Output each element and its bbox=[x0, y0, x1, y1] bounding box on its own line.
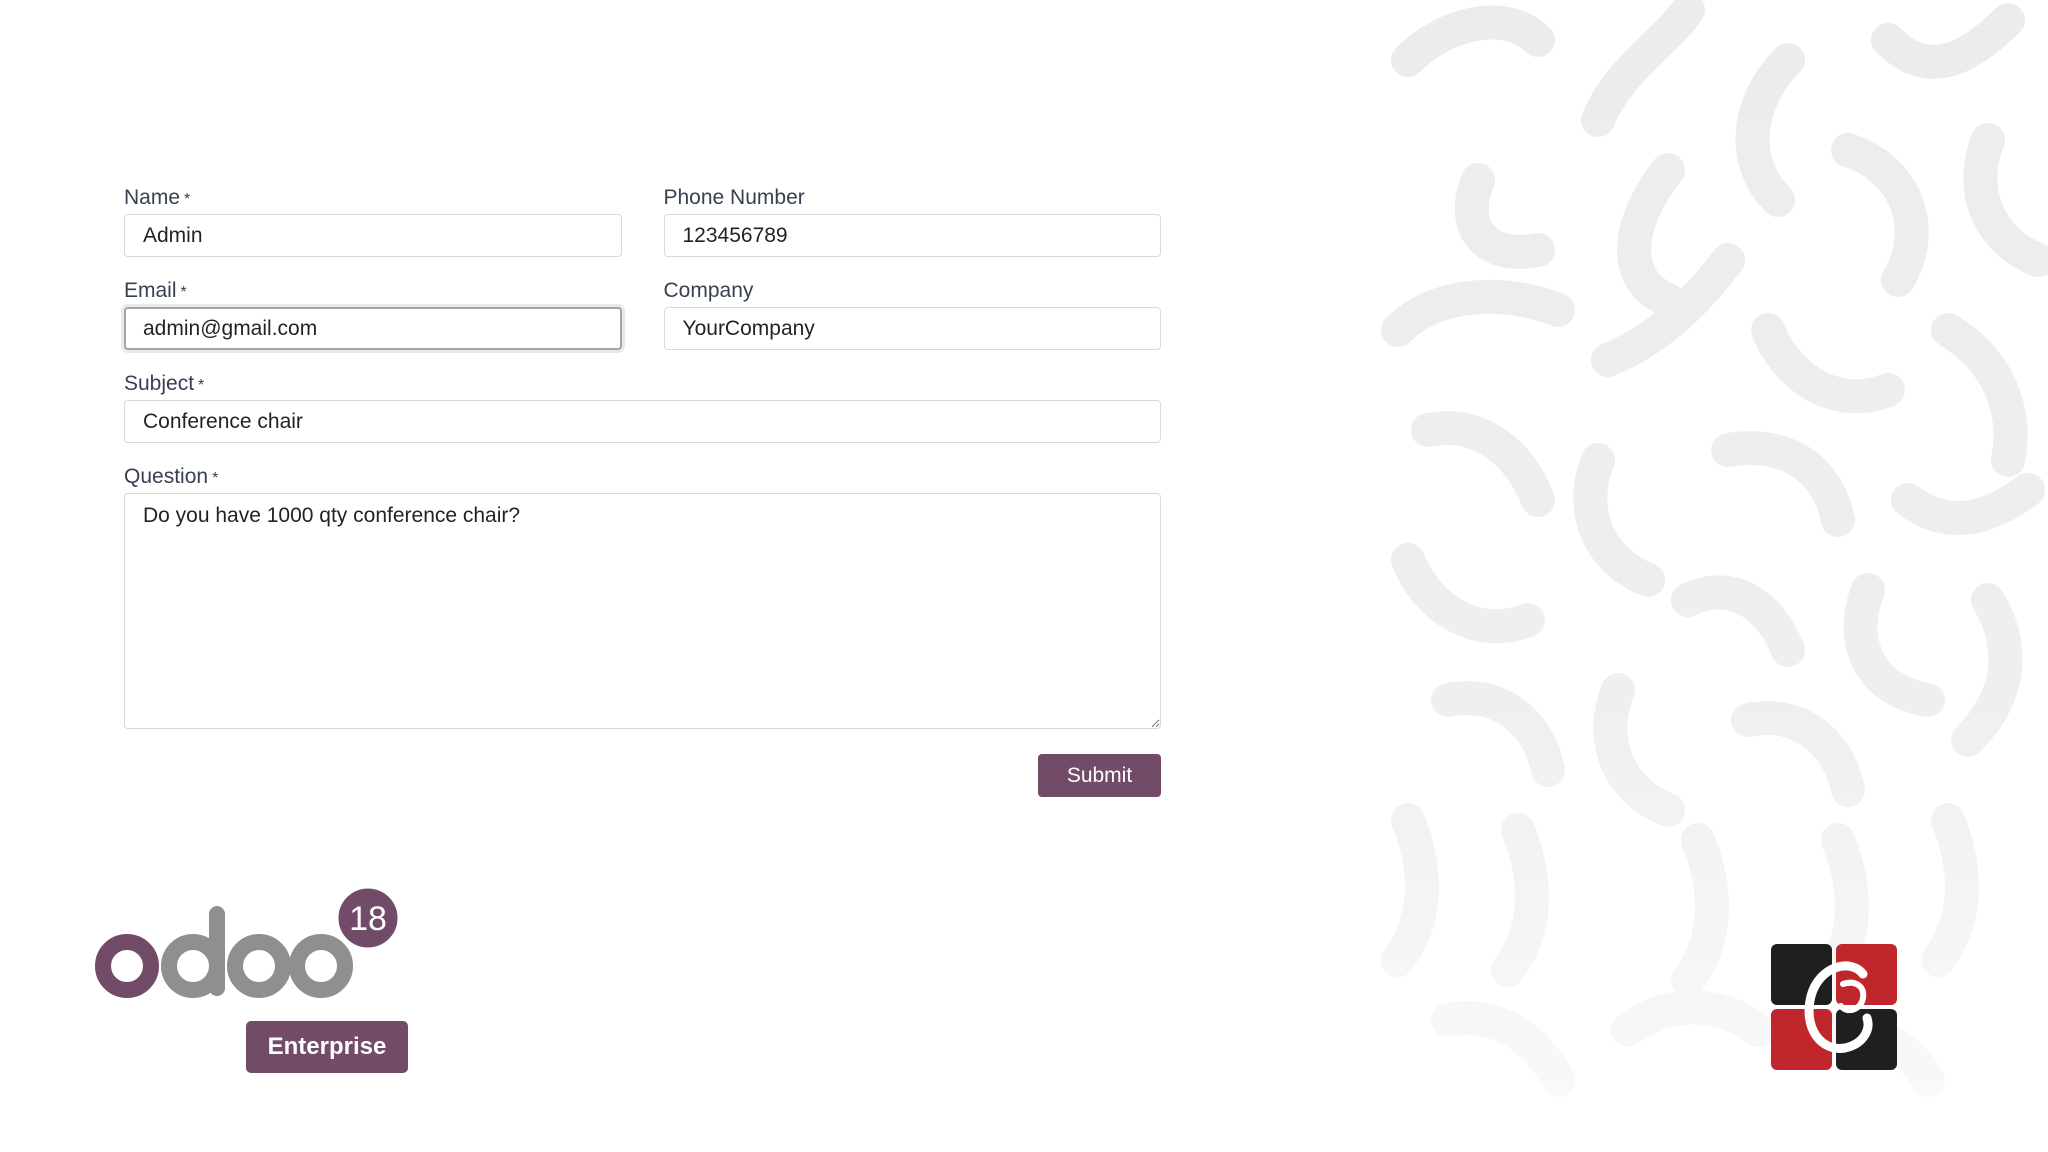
subject-field-group: Subject * bbox=[124, 372, 1161, 443]
subject-input[interactable] bbox=[124, 400, 1161, 443]
company-field-group: Company bbox=[663, 279, 1161, 350]
email-field-group: Email * bbox=[124, 279, 622, 350]
company-logo bbox=[1771, 944, 1897, 1070]
phone-field-group: Phone Number bbox=[663, 186, 1161, 257]
question-field-group: Question * Do you have 1000 qty conferenc… bbox=[124, 465, 1161, 734]
name-input[interactable] bbox=[124, 214, 622, 257]
required-mark: * bbox=[198, 377, 205, 394]
name-label-text: Name bbox=[124, 186, 181, 209]
required-mark: * bbox=[212, 470, 219, 487]
subject-label-text: Subject bbox=[124, 372, 195, 395]
required-mark: * bbox=[184, 191, 191, 208]
subject-label: Subject * bbox=[124, 372, 1161, 396]
phone-label: Phone Number bbox=[663, 186, 805, 209]
phone-input[interactable] bbox=[663, 214, 1161, 257]
required-mark: * bbox=[180, 284, 187, 301]
name-field-group: Name * bbox=[124, 186, 622, 257]
company-label: Company bbox=[663, 279, 754, 302]
question-label-text: Question bbox=[124, 465, 209, 488]
squiggle-pattern-icon bbox=[1381, 0, 2048, 1097]
version-badge: 18 bbox=[349, 900, 387, 938]
company-input[interactable] bbox=[663, 307, 1161, 350]
question-textarea[interactable]: Do you have 1000 qty conference chair? bbox=[124, 493, 1161, 729]
company-logo-icon bbox=[1771, 944, 1897, 1070]
form-actions: Submit bbox=[124, 754, 1161, 797]
form-row-name-phone: Name* Phone Number bbox=[124, 186, 1161, 279]
form-row-email-company: Email* Company bbox=[124, 279, 1161, 372]
submit-button[interactable]: Submit bbox=[1038, 754, 1161, 797]
question-label: Question * bbox=[124, 465, 1161, 489]
contact-form: Name* Phone Number Email* Company Subjec… bbox=[124, 186, 1161, 797]
squiggle-pattern-panel bbox=[1368, 0, 2048, 1152]
enterprise-badge: Enterprise bbox=[246, 1021, 408, 1073]
name-label: Name * bbox=[124, 186, 622, 210]
email-label: Email * bbox=[124, 279, 622, 303]
email-label-text: Email bbox=[124, 279, 177, 302]
email-input[interactable] bbox=[124, 307, 622, 350]
